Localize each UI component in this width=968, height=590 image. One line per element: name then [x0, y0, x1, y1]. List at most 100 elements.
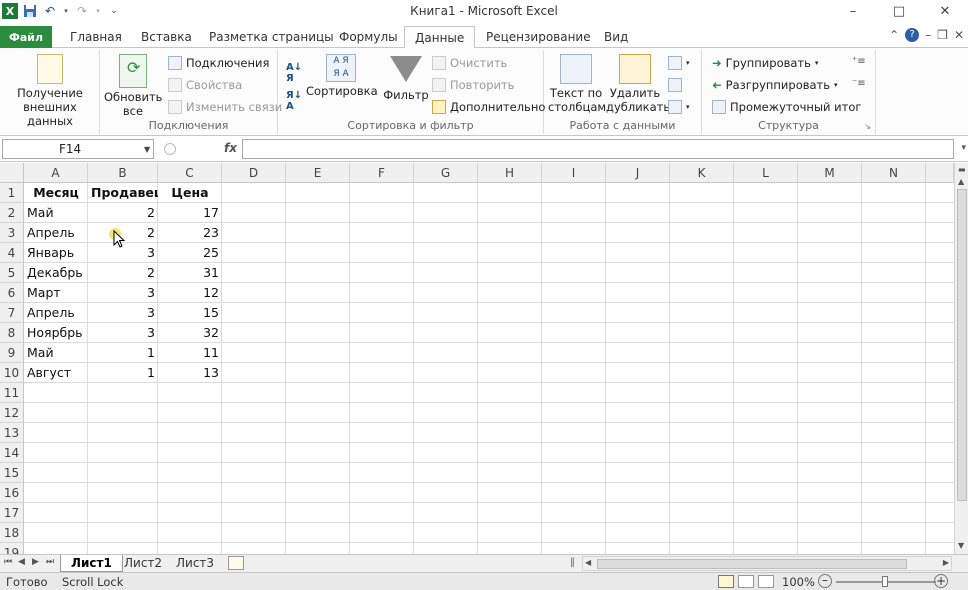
insert-function-icon[interactable]: fx: [224, 141, 237, 155]
undo-icon[interactable]: ↶: [42, 3, 58, 19]
cell-a2[interactable]: Май: [24, 203, 88, 223]
consolidate-button[interactable]: [668, 78, 682, 92]
zoom-level[interactable]: 100%: [782, 575, 815, 589]
normal-view-icon[interactable]: [718, 575, 734, 588]
select-all-button[interactable]: [0, 163, 24, 183]
horizontal-scroll-thumb[interactable]: [597, 559, 907, 569]
worksheet-grid[interactable]: ABCDEFGHIJKLMN 1 2 3 4 5 6 7 8 9 10 11 12 13 14 15 16 17…: [0, 163, 954, 554]
data-validation-button[interactable]: ▾: [668, 56, 690, 70]
cell-b2[interactable]: 2: [88, 203, 158, 223]
row-header-17[interactable]: 17: [0, 503, 24, 523]
subtotal-button[interactable]: Промежуточный итог: [712, 100, 861, 114]
zoom-out-icon[interactable]: –: [818, 574, 832, 588]
vertical-scrollbar[interactable]: ▬ ▲ ▼: [954, 163, 968, 554]
save-icon[interactable]: [22, 3, 38, 19]
sort-az-icon[interactable]: A↓ Я: [286, 62, 302, 84]
row-header-11[interactable]: 11: [0, 383, 24, 403]
cell-a1[interactable]: Месяц: [24, 183, 88, 203]
row-header-18[interactable]: 18: [0, 523, 24, 543]
zoom-in-icon[interactable]: +: [934, 574, 948, 588]
cell-a3[interactable]: Апрель: [24, 223, 88, 243]
row-header-14[interactable]: 14: [0, 443, 24, 463]
row-header-2[interactable]: 2: [0, 203, 24, 223]
name-box-dropdown-icon[interactable]: ▼: [144, 145, 150, 154]
hide-detail-icon[interactable]: ⁻≡: [852, 78, 866, 89]
tab-page-layout[interactable]: Разметка страницы: [199, 26, 344, 48]
tab-data[interactable]: Данные: [404, 26, 476, 49]
page-break-view-icon[interactable]: [758, 575, 774, 588]
column-header-d[interactable]: D: [222, 163, 286, 183]
excel-logo-icon[interactable]: X: [2, 3, 18, 19]
tab-insert[interactable]: Вставка: [131, 26, 202, 48]
cell-c9[interactable]: 11: [158, 343, 222, 363]
edit-links-button[interactable]: Изменить связи: [168, 100, 282, 114]
cell-a4[interactable]: Январь: [24, 243, 88, 263]
ungroup-button[interactable]: ➜ Разгруппировать ▾: [712, 78, 838, 92]
maximize-button[interactable]: □: [876, 0, 922, 22]
sort-button[interactable]: А ЯЯ А Сортировка: [306, 54, 378, 98]
cell-a9[interactable]: Май: [24, 343, 88, 363]
workbook-minimize-icon[interactable]: –: [925, 28, 931, 42]
row-header-1[interactable]: 1: [0, 183, 24, 203]
help-icon[interactable]: ?: [905, 28, 920, 42]
row-header-16[interactable]: 16: [0, 483, 24, 503]
scroll-up-icon[interactable]: ▲: [958, 177, 964, 186]
tab-split-handle[interactable]: ‖: [570, 557, 575, 568]
cell-a10[interactable]: Август: [24, 363, 88, 383]
cell-b1[interactable]: Продавец: [88, 183, 158, 203]
advanced-filter-button[interactable]: Дополнительно: [432, 100, 545, 114]
cell-a8[interactable]: Ноярбрь: [24, 323, 88, 343]
tab-review[interactable]: Рецензирование: [476, 26, 601, 48]
row-header-13[interactable]: 13: [0, 423, 24, 443]
cell-c1[interactable]: Цена: [158, 183, 222, 203]
column-header-n[interactable]: N: [862, 163, 926, 183]
group-button[interactable]: ➜ Группировать ▾: [712, 56, 818, 70]
column-header-m[interactable]: M: [798, 163, 862, 183]
row-header-7[interactable]: 7: [0, 303, 24, 323]
column-header-e[interactable]: E: [286, 163, 350, 183]
clear-button[interactable]: Очистить: [432, 56, 507, 70]
cell-b6[interactable]: 3: [88, 283, 158, 303]
workbook-close-icon[interactable]: ✕: [954, 28, 964, 42]
zoom-slider-knob[interactable]: [882, 576, 888, 587]
vertical-scroll-thumb[interactable]: [957, 189, 967, 501]
cell-b10[interactable]: 1: [88, 363, 158, 383]
row-header-3[interactable]: 3: [0, 223, 24, 243]
text-to-columns-button[interactable]: Текст по столбцам: [548, 54, 606, 114]
scroll-right-icon[interactable]: ▶: [943, 558, 949, 567]
page-layout-view-icon[interactable]: [738, 575, 754, 588]
row-header-15[interactable]: 15: [0, 463, 24, 483]
split-box-icon[interactable]: ▬: [958, 165, 966, 174]
what-if-button[interactable]: ▾: [668, 100, 690, 114]
formula-input[interactable]: [242, 139, 954, 159]
scroll-left-icon[interactable]: ◀: [585, 558, 591, 567]
tab-formulas[interactable]: Формулы: [329, 26, 408, 48]
expand-formula-bar-icon[interactable]: ▾: [961, 143, 966, 153]
workbook-restore-icon[interactable]: ❐: [937, 28, 948, 42]
column-header-a[interactable]: A: [24, 163, 88, 183]
column-header-l[interactable]: L: [734, 163, 798, 183]
insert-sheet-icon[interactable]: [228, 556, 244, 570]
sort-za-icon[interactable]: Я↓ А: [286, 90, 302, 112]
row-header-12[interactable]: 12: [0, 403, 24, 423]
connections-button[interactable]: Подключения: [168, 56, 269, 70]
cell-c3[interactable]: 23: [158, 223, 222, 243]
redo-icon[interactable]: ↷: [74, 3, 90, 19]
next-sheet-icon[interactable]: ▶: [32, 557, 39, 567]
column-header-c[interactable]: C: [158, 163, 222, 183]
cell-c2[interactable]: 17: [158, 203, 222, 223]
tab-file[interactable]: Файл: [0, 26, 52, 48]
column-header-b[interactable]: B: [88, 163, 158, 183]
scroll-down-icon[interactable]: ▼: [958, 541, 964, 550]
column-header-k[interactable]: K: [670, 163, 734, 183]
close-button[interactable]: ✕: [922, 0, 968, 22]
properties-button[interactable]: Свойства: [168, 78, 242, 92]
prev-sheet-icon[interactable]: ◀: [18, 557, 25, 567]
cell-c8[interactable]: 32: [158, 323, 222, 343]
column-header-i[interactable]: I: [542, 163, 606, 183]
customize-qat-icon[interactable]: ⌄: [106, 3, 122, 19]
refresh-all-button[interactable]: ⟳ Обновить все: [104, 54, 162, 118]
row-header-10[interactable]: 10: [0, 363, 24, 383]
cell-b5[interactable]: 2: [88, 263, 158, 283]
cell-c10[interactable]: 13: [158, 363, 222, 383]
